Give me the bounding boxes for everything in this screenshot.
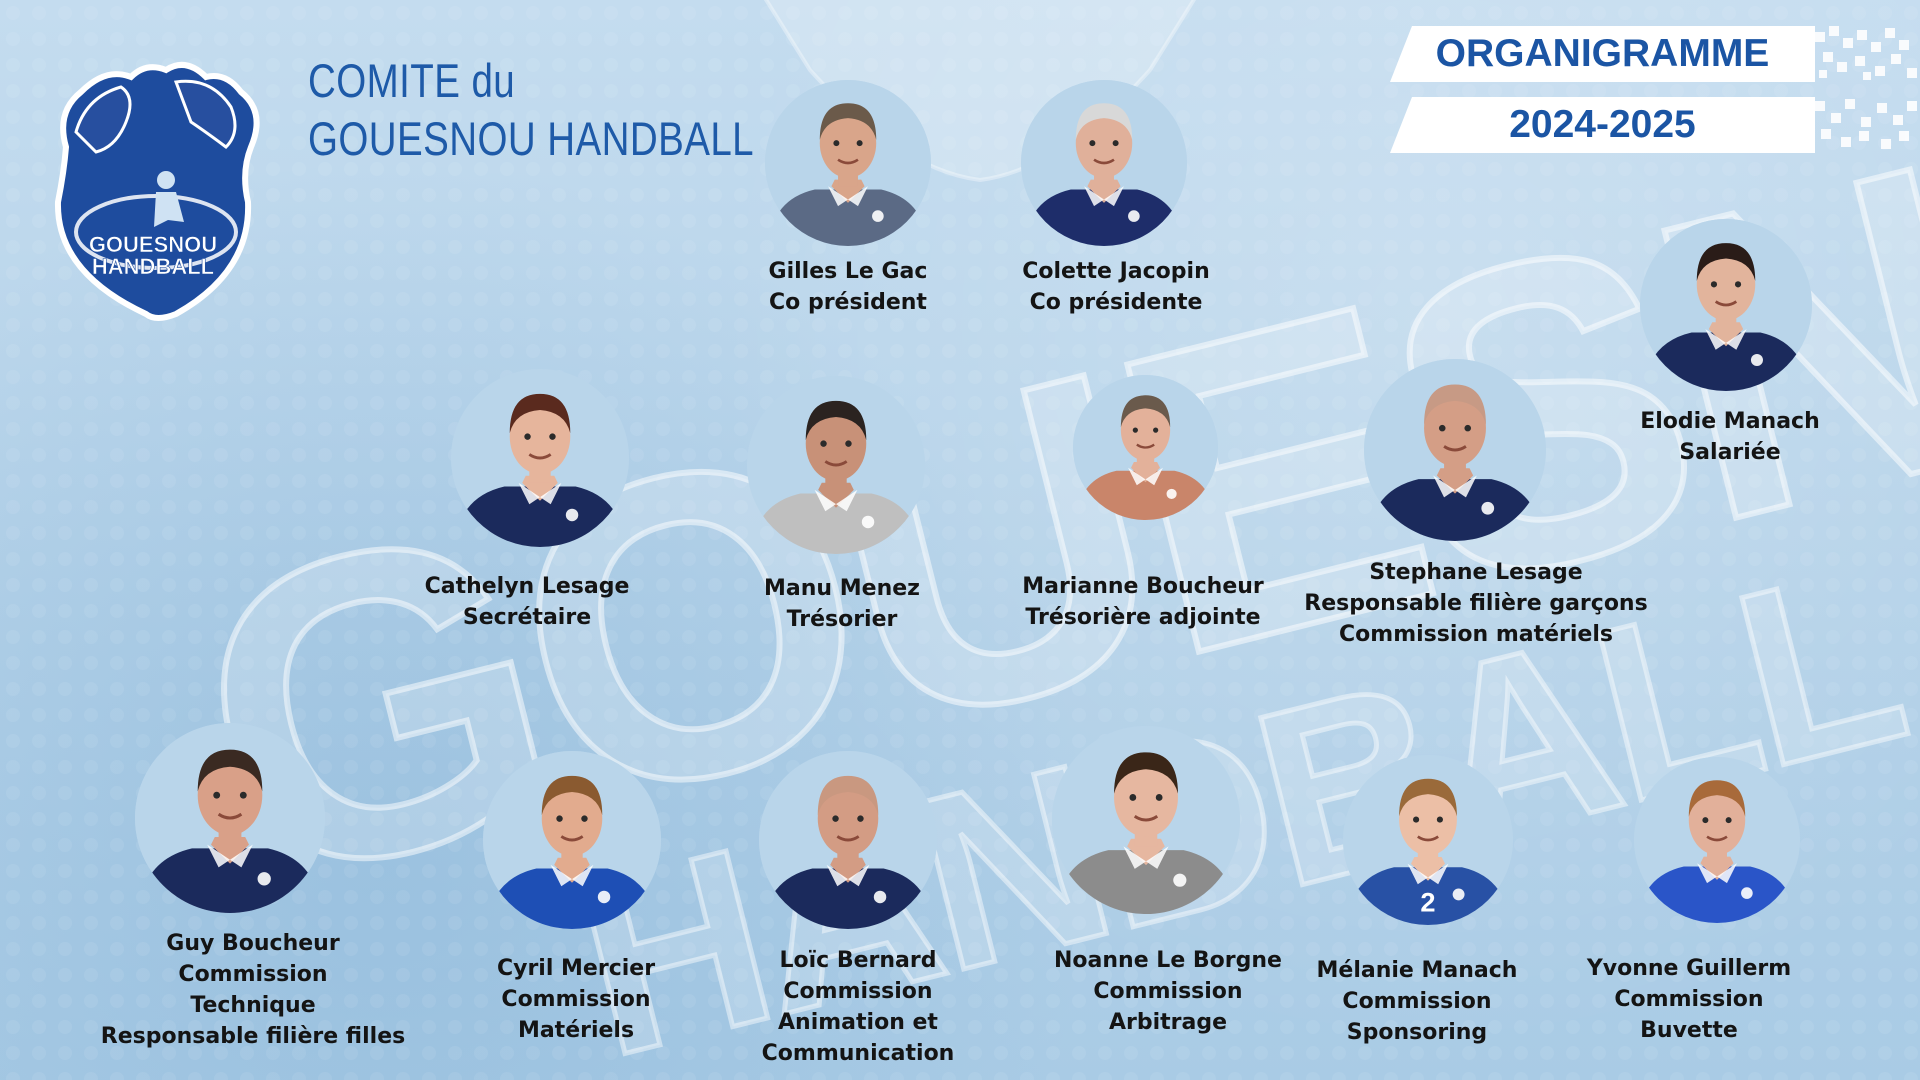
horse-shield-logo-icon: GOUESNOU HANDBALL (54, 61, 260, 321)
person-portrait-icon (1072, 374, 1218, 520)
member-role: Commission (178, 962, 328, 987)
member-name: Cyril Mercier (496, 956, 656, 981)
member-role: Salariée (1679, 440, 1781, 465)
member-photo (747, 376, 925, 554)
member-photo (1072, 374, 1218, 520)
person-portrait-icon (1021, 80, 1187, 246)
member-role: Sponsoring (1346, 1020, 1488, 1045)
member-name: Colette Jacopin (1022, 259, 1210, 284)
member-role: Arbitrage (1108, 1010, 1228, 1035)
member-photo: 2 (1343, 755, 1513, 925)
member-caption: Cathelyn Lesage Secrétaire (425, 571, 630, 633)
member-photo (765, 80, 931, 246)
member-role: Commission (1342, 989, 1492, 1014)
club-title: COMITE du GOUESNOU HANDBALL (308, 52, 754, 168)
member-photo (1021, 80, 1187, 246)
member-caption: Mélanie Manach Commission Sponsoring (1317, 955, 1518, 1048)
person-portrait-icon (1640, 219, 1812, 391)
member-photo (1364, 359, 1546, 541)
background-graphics: GOUESNOU HANDBALL (0, 0, 1920, 1080)
member-caption: Elodie Manach Salariée (1640, 406, 1820, 468)
person-portrait-icon (135, 723, 325, 913)
person-portrait-icon (1364, 359, 1546, 541)
member-caption: Marianne Boucheur Trésorière adjointe (1022, 571, 1264, 633)
member-caption: Stephane Lesage Responsable filière garço… (1304, 557, 1647, 650)
club-title-line2: GOUESNOU HANDBALL (308, 112, 755, 165)
member-name: Mélanie Manach (1316, 958, 1518, 983)
person-portrait-icon (1052, 726, 1240, 914)
member-role: Commission (501, 987, 651, 1012)
banner-season: 2024-2025 (1390, 97, 1920, 153)
person-portrait-icon (765, 80, 931, 246)
banner-title-text: ORGANIGRAMME (1435, 32, 1770, 75)
member-role: Commission (783, 979, 933, 1004)
member-name: Stephane Lesage (1369, 560, 1583, 585)
person-portrait-icon (747, 376, 925, 554)
pixel-pattern-icon (1815, 26, 1917, 80)
member-role: Matériels (517, 1018, 635, 1043)
member-role: Commission matériels (1339, 622, 1613, 647)
member-name: Manu Menez (764, 576, 920, 601)
person-portrait-icon: 2 (1343, 755, 1513, 925)
member-role: Co président (769, 290, 927, 315)
member-role: Commission (1614, 987, 1764, 1012)
member-role: Technique (190, 993, 316, 1018)
person-portrait-icon (759, 751, 937, 929)
member-photo (1052, 726, 1240, 914)
member-caption: Cyril Mercier Commission Matériels (497, 953, 655, 1046)
member-role: Communication (761, 1041, 955, 1066)
member-role: Responsable filière garçons (1304, 591, 1648, 616)
jersey-number: 2 (1420, 886, 1435, 917)
member-name: Gilles Le Gac (768, 259, 928, 284)
member-role: Commission (1093, 979, 1243, 1004)
banner-season-text: 2024-2025 (1509, 103, 1696, 146)
member-photo (1634, 757, 1800, 923)
member-caption: Gilles Le Gac Co président (769, 256, 928, 318)
member-photo (759, 751, 937, 929)
member-caption: Colette Jacopin Co présidente (1022, 256, 1209, 318)
person-portrait-icon (451, 369, 629, 547)
member-role: Responsable filière filles (100, 1024, 406, 1049)
person-portrait-icon (483, 751, 661, 929)
person-portrait-icon (1634, 757, 1800, 923)
member-caption: Yvonne Guillerm Commission Buvette (1587, 953, 1791, 1046)
member-photo (135, 723, 325, 913)
member-name: Marianne Boucheur (1022, 574, 1264, 599)
member-role: Trésorière adjointe (1025, 605, 1261, 630)
member-name: Cathelyn Lesage (424, 574, 630, 599)
member-photo (451, 369, 629, 547)
member-name: Yvonne Guillerm (1586, 956, 1792, 981)
banner-title: ORGANIGRAMME (1390, 26, 1920, 82)
logo-text-line2: HANDBALL (92, 254, 214, 279)
member-caption: Noanne Le Borgne Commission Arbitrage (1054, 945, 1282, 1038)
member-caption: Loïc Bernard Commission Animation et Commun… (762, 945, 955, 1069)
member-caption: Guy Boucheur Commission Technique Responsab… (101, 928, 405, 1052)
member-name: Loïc Bernard (779, 948, 937, 973)
member-caption: Manu Menez Trésorier (764, 573, 920, 635)
member-photo (1640, 219, 1812, 391)
member-role: Trésorier (786, 607, 898, 632)
member-role: Secrétaire (462, 605, 592, 630)
member-role: Co présidente (1029, 290, 1203, 315)
member-photo (483, 751, 661, 929)
member-name: Elodie Manach (1640, 409, 1820, 434)
member-role: Buvette (1640, 1018, 1738, 1043)
member-name: Guy Boucheur (166, 931, 340, 956)
club-logo: GOUESNOU HANDBALL (26, 52, 271, 322)
club-title-line1: COMITE du (308, 54, 516, 107)
member-name: Noanne Le Borgne (1054, 948, 1282, 973)
pixel-pattern-icon (1815, 99, 1917, 149)
background: GOUESNOU HANDBALL (0, 0, 1920, 1080)
member-role: Animation et (778, 1010, 938, 1035)
